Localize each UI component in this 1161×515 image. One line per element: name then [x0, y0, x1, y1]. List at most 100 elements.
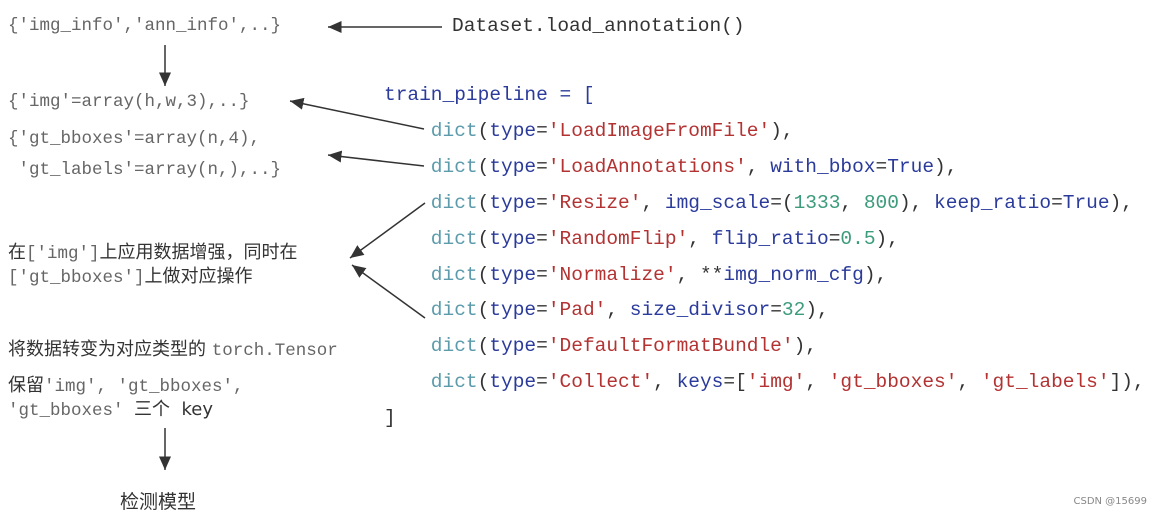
code-line: dict(type='Pad', size_divisor=32), [384, 299, 829, 321]
code-token: =( [770, 191, 794, 214]
code-token: , [957, 371, 981, 394]
code-token: ( [477, 119, 490, 142]
code-token: 1333 [793, 191, 841, 214]
code-line: train_pipeline = [ [384, 84, 595, 106]
code-token: , [805, 371, 829, 394]
code-token: = [536, 155, 548, 178]
code-token: 'gt_labels' [980, 371, 1110, 394]
code-token: ), [770, 119, 794, 142]
code-token: 32 [781, 299, 806, 322]
code-token: ), [793, 335, 817, 358]
code-token: dict [384, 119, 478, 142]
code-token: , ** [676, 263, 724, 286]
code-token: ]), [1109, 371, 1145, 394]
code-token: , [840, 191, 864, 214]
code-token: = [536, 263, 548, 286]
detection-model-label: 检测模型 [120, 491, 197, 513]
code-line: dict(type='Normalize', **img_norm_cfg), [384, 264, 887, 286]
code-token: type [489, 155, 537, 178]
code-line: dict(type='RandomFlip', flip_ratio=0.5), [384, 228, 899, 250]
code-token: dict [384, 191, 478, 214]
augmentation-note-line2: ['gt_bboxes']上做对应操作 [8, 266, 253, 288]
watermark: CSDN @15699 [1073, 496, 1147, 507]
code-token: = [536, 119, 548, 142]
code-token: ] [384, 407, 396, 430]
code-token: flip_ratio [711, 227, 829, 250]
tensor-note: 将数据转变为对应类型的 torch.Tensor [8, 339, 338, 361]
code-token: 'DefaultFormatBundle' [547, 335, 794, 358]
code-token: ), [898, 191, 935, 214]
code-token: type [489, 191, 537, 214]
img-array-dict: {'img'=array(h,w,3),..} [8, 92, 250, 112]
code-token: ( [477, 191, 490, 214]
code-token: , [688, 227, 712, 250]
code-token: , [641, 191, 665, 214]
code-token: img_norm_cfg [723, 263, 864, 286]
code-token: type [489, 371, 537, 394]
code-token: True [887, 155, 935, 178]
img-info-dict: {'img_info','ann_info',..} [8, 16, 282, 36]
code-token: 'gt_bboxes' [828, 371, 958, 394]
code-token: 'LoadImageFromFile' [547, 119, 771, 142]
code-token: 'LoadAnnotations' [547, 155, 747, 178]
code-token: 'Resize' [547, 191, 642, 214]
code-token: ( [477, 371, 490, 394]
code-token: ( [477, 335, 490, 358]
code-token: = [536, 191, 548, 214]
code-line: dict(type='Resize', img_scale=(1333, 800… [384, 192, 1133, 214]
code-token: img_scale [664, 191, 771, 214]
code-token: = [536, 335, 548, 358]
code-token: , [606, 299, 630, 322]
code-token: ), [934, 155, 958, 178]
code-token: ), [875, 227, 899, 250]
code-token: dict [384, 335, 478, 358]
code-token: =[ [723, 371, 747, 394]
code-token: keys [676, 371, 724, 394]
code-token: 'Normalize' [547, 263, 677, 286]
code-token: = [770, 299, 782, 322]
gt-labels-dict: 'gt_labels'=array(n,),..} [8, 160, 282, 180]
code-token: ( [477, 227, 490, 250]
code-token: = [536, 299, 548, 322]
code-token: with_bbox [770, 155, 876, 178]
code-line: dict(type='Collect', keys=['img', 'gt_bb… [384, 371, 1145, 393]
code-token: = [536, 227, 548, 250]
code-token: ( [477, 155, 490, 178]
keep-keys-note-line2: 'gt_bboxes' 三个 key [8, 399, 213, 421]
code-token: train_pipeline = [ [384, 84, 595, 106]
code-token: = [536, 371, 548, 394]
code-token: 'img' [746, 371, 806, 394]
code-token: 'Pad' [547, 299, 607, 322]
code-token: ), [1109, 191, 1133, 214]
code-token: type [489, 119, 537, 142]
code-token: dict [384, 155, 478, 178]
code-token: 800 [863, 191, 899, 214]
code-token: ), [863, 263, 888, 286]
code-token: keep_ratio [934, 191, 1052, 214]
code-token: True [1062, 191, 1110, 214]
code-token: type [489, 299, 537, 322]
code-token: = [1051, 191, 1063, 214]
keep-keys-note-line1: 保留'img', 'gt_bboxes', [8, 375, 244, 397]
code-line: dict(type='LoadAnnotations', with_bbox=T… [384, 155, 958, 178]
code-token: ( [477, 263, 490, 286]
code-token: type [489, 263, 537, 286]
code-token: type [489, 335, 537, 358]
code-token: type [489, 227, 537, 250]
code-token: = [875, 155, 888, 178]
code-line: ] [384, 407, 396, 429]
code-token: , [653, 371, 677, 394]
gt-bboxes-dict: {'gt_bboxes'=array(n,4), [8, 129, 261, 149]
augmentation-note-line1: 在['img']上应用数据增强，同时在 [8, 242, 298, 264]
code-token: 'Collect' [547, 371, 654, 394]
code-token: dict [384, 227, 478, 250]
code-token: dict [384, 299, 478, 322]
code-token: dict [384, 371, 478, 394]
code-line: dict(type='LoadImageFromFile'), [384, 120, 794, 142]
code-token: ), [805, 299, 829, 322]
code-token: ( [477, 299, 490, 322]
code-token: 0.5 [840, 227, 876, 250]
load-annotation-call: Dataset.load_annotation() [452, 15, 745, 37]
code-token: 'RandomFlip' [547, 227, 689, 250]
code-token: size_divisor [629, 299, 771, 322]
